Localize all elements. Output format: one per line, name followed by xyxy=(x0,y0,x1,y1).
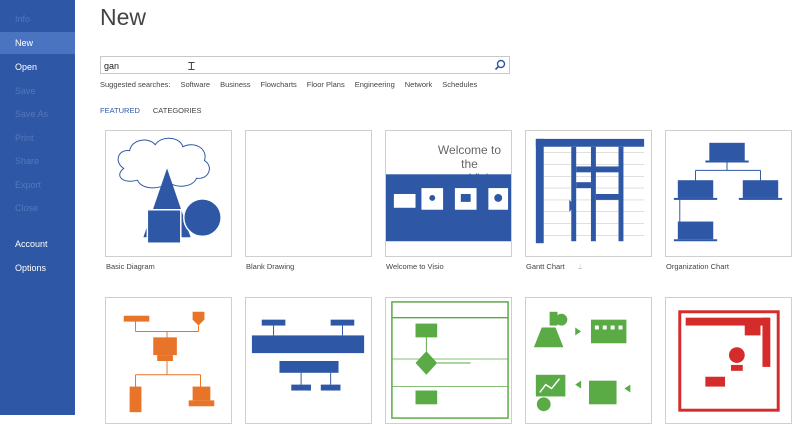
organization-chart-thumbnail xyxy=(673,142,783,242)
sidebar-item-account[interactable]: Account xyxy=(0,233,75,255)
template-floor-plan-thumbnail[interactable] xyxy=(665,297,792,424)
page-title: New xyxy=(100,4,147,30)
template-welcome-to-visio[interactable]: Welcome to the new Visio xyxy=(385,130,512,257)
suggested-network[interactable]: Network xyxy=(405,80,433,89)
main-panel: New Suggested searches: Software Busines… xyxy=(75,0,800,424)
backstage-sidebar: Info New Open Save Save As Print Share E… xyxy=(0,0,75,415)
sidebar-item-save-as[interactable]: Save As xyxy=(0,103,75,125)
template-process-thumbnail[interactable] xyxy=(525,297,652,424)
flowchart-thumbnail xyxy=(391,301,509,419)
timeline-thumbnail xyxy=(251,319,365,391)
template-label: Gantt Chart xyxy=(526,262,565,271)
tab-categories[interactable]: CATEGORIES xyxy=(153,106,202,115)
template-timeline-thumbnail[interactable] xyxy=(245,297,372,424)
template-tabs: FEATURED CATEGORIES xyxy=(100,106,215,115)
suggested-business[interactable]: Business xyxy=(220,80,250,89)
suggested-searches: Suggested searches: Software Business Fl… xyxy=(100,80,487,89)
sidebar-item-export[interactable]: Export xyxy=(0,174,75,196)
sidebar-item-new[interactable]: New xyxy=(0,32,75,54)
sidebar-item-open[interactable]: Open xyxy=(0,56,75,78)
search-icon[interactable] xyxy=(493,58,507,72)
template-search-box[interactable] xyxy=(100,56,510,74)
sidebar-item-save[interactable]: Save xyxy=(0,80,75,102)
gantt-chart-thumbnail xyxy=(535,138,645,244)
suggested-label: Suggested searches: xyxy=(100,80,171,89)
welcome-thumbnail xyxy=(386,174,511,242)
suggested-flowcharts[interactable]: Flowcharts xyxy=(261,80,297,89)
template-flowchart-thumbnail[interactable] xyxy=(385,297,512,424)
sidebar-item-share[interactable]: Share xyxy=(0,150,75,172)
template-blank-drawing[interactable] xyxy=(245,130,372,257)
template-label: Blank Drawing xyxy=(246,262,295,271)
sidebar-item-print[interactable]: Print xyxy=(0,127,75,149)
search-input[interactable] xyxy=(104,59,484,72)
template-network-thumbnail[interactable] xyxy=(105,297,232,424)
template-label: Organization Chart xyxy=(666,262,729,271)
sidebar-item-options[interactable]: Options xyxy=(0,257,75,279)
floor-plan-thumbnail xyxy=(678,310,780,412)
template-organization-chart[interactable] xyxy=(665,130,792,257)
basic-diagram-thumbnail xyxy=(117,137,222,244)
network-diagram-thumbnail xyxy=(123,311,215,413)
tab-featured[interactable]: FEATURED xyxy=(100,106,140,115)
pin-icon[interactable]: ⍊ xyxy=(578,263,582,271)
suggested-engineering[interactable]: Engineering xyxy=(355,80,395,89)
template-gantt-chart[interactable] xyxy=(525,130,652,257)
template-label: Basic Diagram xyxy=(106,262,155,271)
sidebar-item-close[interactable]: Close xyxy=(0,197,75,219)
process-diagram-thumbnail xyxy=(533,311,631,412)
template-label: Welcome to Visio xyxy=(386,262,444,271)
suggested-floor-plans[interactable]: Floor Plans xyxy=(307,80,345,89)
text-cursor-icon: Ꮖ xyxy=(188,61,196,73)
sidebar-item-info[interactable]: Info xyxy=(0,8,75,30)
template-basic-diagram[interactable] xyxy=(105,130,232,257)
suggested-software[interactable]: Software xyxy=(180,80,210,89)
suggested-schedules[interactable]: Schedules xyxy=(442,80,477,89)
